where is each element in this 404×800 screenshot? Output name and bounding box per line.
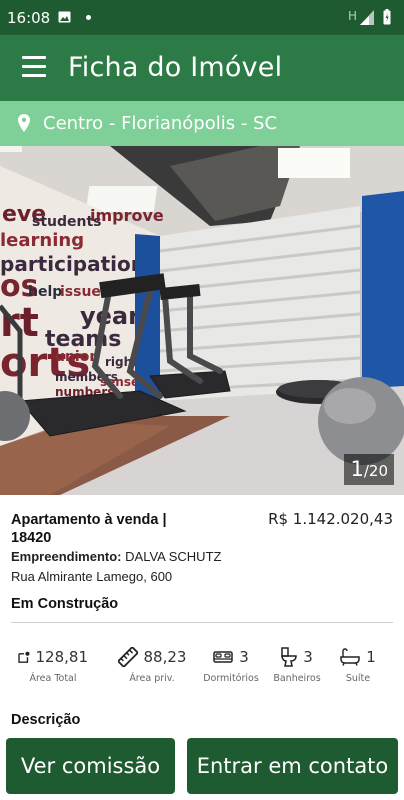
feature-value: 3	[239, 648, 249, 666]
signal-strength-icon	[360, 10, 374, 25]
feature-label: Suíte	[345, 673, 371, 684]
feature-label: Banheiros	[273, 673, 321, 684]
feature-label: Área Total	[29, 673, 77, 684]
status-bar: 16:08 H	[0, 0, 404, 35]
toilet-icon	[281, 647, 297, 667]
feature-value: 3	[303, 648, 313, 666]
feature-bedrooms: 3 Dormitórios	[203, 645, 259, 684]
location-bar: Centro - Florianópolis - SC	[0, 101, 404, 146]
development-name: DALVA SCHUTZ	[125, 549, 222, 564]
property-address: Rua Almirante Lamego, 600	[11, 569, 173, 584]
svg-text:help: help	[28, 284, 62, 300]
photo-counter-current: 1	[350, 457, 364, 481]
contact-button[interactable]: Entrar em contato	[187, 738, 398, 794]
feature-total-area: 128,81 Área Total	[18, 645, 88, 684]
construction-status: Em Construção	[11, 596, 119, 612]
notification-dot-icon	[86, 15, 91, 20]
feature-value: 88,23	[143, 648, 187, 666]
status-time: 16:08	[7, 9, 51, 27]
photo-counter-total: /20	[363, 462, 388, 480]
feature-label: Área priv.	[129, 673, 175, 684]
bathtub-icon	[340, 648, 360, 666]
features-row: 128,81 Área Total 88,23 Área priv. 3 Dor…	[0, 645, 404, 695]
hamburger-menu-icon[interactable]	[22, 56, 46, 78]
battery-icon	[383, 9, 391, 25]
network-type-indicator: H	[348, 9, 358, 23]
app-bar: Ficha do Imóvel	[0, 35, 404, 101]
feature-private-area: 88,23 Área priv.	[114, 645, 190, 684]
bed-icon	[213, 651, 233, 663]
description-title: Descrição	[11, 712, 81, 728]
location-text: Centro - Florianópolis - SC	[43, 113, 278, 134]
feature-label: Dormitórios	[203, 673, 259, 684]
feature-value: 128,81	[35, 648, 89, 666]
property-price: R$ 1.142.020,43	[268, 510, 393, 528]
page-title: Ficha do Imóvel	[68, 52, 283, 83]
feature-bathrooms: 3 Banheiros	[272, 645, 322, 684]
svg-text:year: year	[80, 302, 140, 330]
total-area-icon	[18, 651, 30, 663]
feature-value: 1	[366, 648, 376, 666]
gym-photo-image: eve students improve learning participat…	[0, 146, 404, 495]
view-commission-button[interactable]: Ver comissão	[6, 738, 175, 794]
svg-text:improve: improve	[90, 206, 164, 225]
feature-suites: 1 Suíte	[336, 645, 380, 684]
development-label: Empreendimento:	[11, 549, 122, 564]
ruler-icon	[117, 647, 138, 667]
map-pin-icon	[18, 114, 30, 132]
property-title: Apartamento à venda | 18420	[11, 512, 167, 546]
divider	[11, 622, 393, 623]
svg-text:learning: learning	[0, 230, 84, 251]
development-line: Empreendimento: DALVA SCHUTZ	[11, 549, 221, 564]
image-notification-icon	[58, 11, 71, 23]
photo-counter: 1/20	[344, 454, 394, 485]
property-photo[interactable]: eve students improve learning participat…	[0, 146, 404, 495]
